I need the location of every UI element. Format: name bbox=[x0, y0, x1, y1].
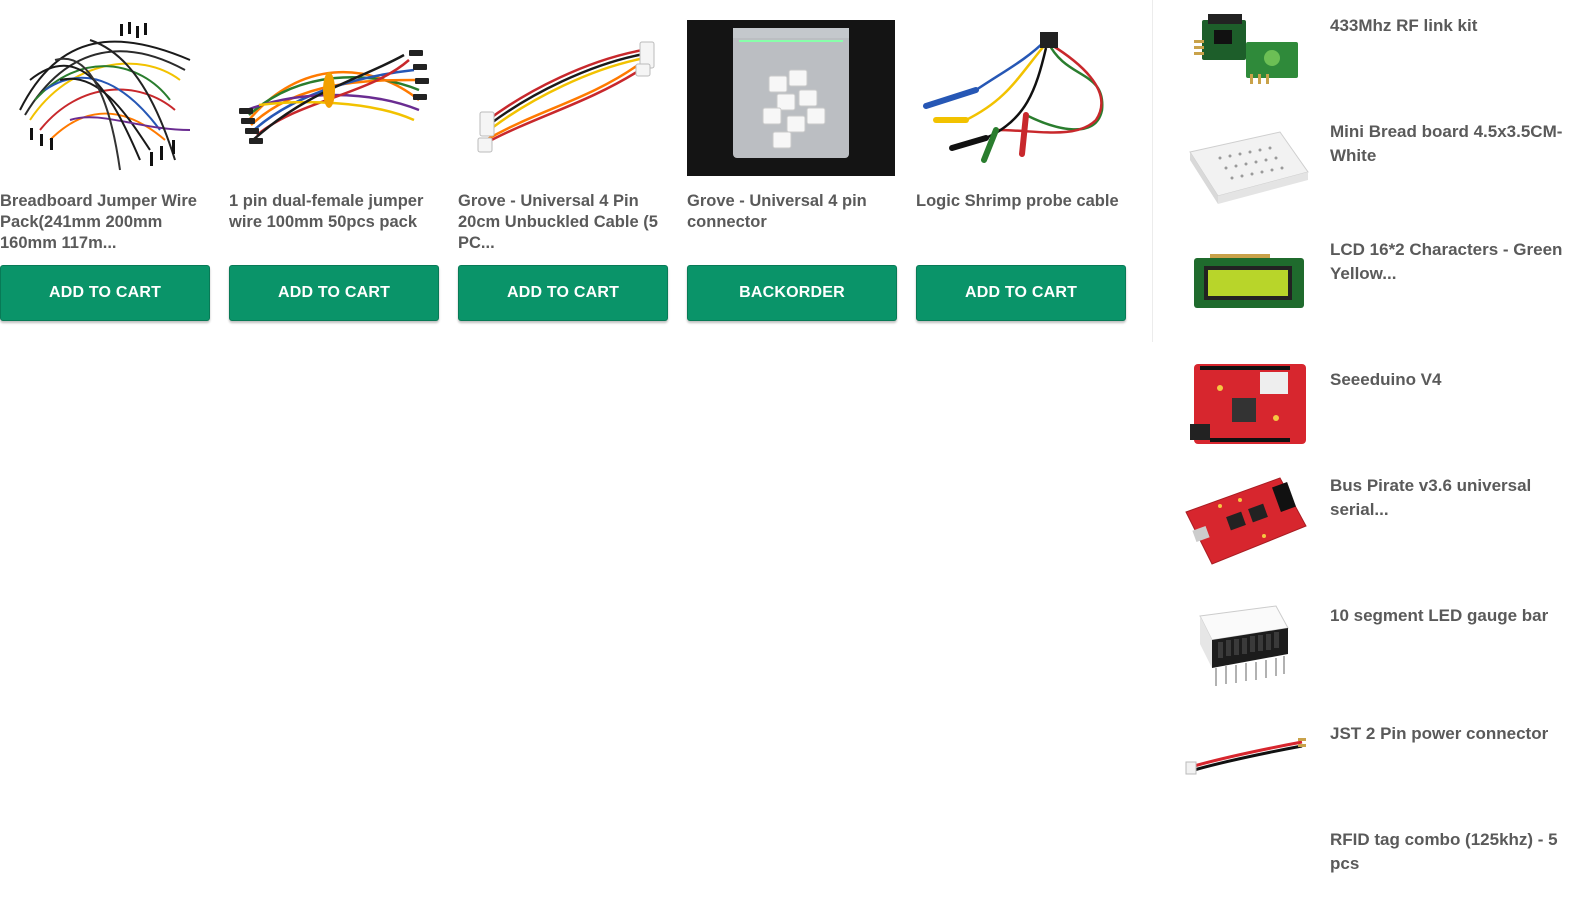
add-to-cart-button[interactable]: ADD TO CART bbox=[916, 265, 1126, 321]
add-to-cart-button[interactable]: ADD TO CART bbox=[229, 265, 439, 321]
dual-female-jumper-image[interactable] bbox=[229, 20, 437, 176]
grove-connector-image[interactable] bbox=[687, 20, 895, 176]
sidebar-item-label[interactable]: Bus Pirate v3.6 universal serial... bbox=[1330, 474, 1570, 522]
sidebar-item-label[interactable]: Seeeduino V4 bbox=[1330, 368, 1570, 392]
sidebar-item-label[interactable]: RFID tag combo (125khz) - 5 pcs bbox=[1330, 828, 1570, 876]
sidebar-item-label[interactable]: LCD 16*2 Characters - Green Yellow... bbox=[1330, 238, 1580, 286]
backorder-button[interactable]: BACKORDER bbox=[687, 265, 897, 321]
sidebar-item-label[interactable]: 10 segment LED gauge bar bbox=[1330, 604, 1570, 628]
jumper-wire-pack-image[interactable] bbox=[0, 20, 208, 176]
seeeduino-image[interactable] bbox=[1180, 358, 1310, 458]
product-card: Grove - Universal 4 pin connector BACKOR… bbox=[687, 20, 897, 321]
product-title[interactable]: 1 pin dual-female jumper wire 100mm 50pc… bbox=[229, 191, 439, 254]
product-title[interactable]: Grove - Universal 4 pin connector bbox=[687, 191, 897, 254]
led-bar-image[interactable] bbox=[1180, 594, 1310, 694]
probe-cable-image[interactable] bbox=[916, 20, 1124, 176]
sidebar-item-label[interactable]: JST 2 Pin power connector bbox=[1330, 722, 1570, 746]
rfid-tag-image[interactable] bbox=[1180, 818, 1310, 899]
product-card: Logic Shrimp probe cable ADD TO CART bbox=[916, 20, 1126, 321]
sidebar-item-label[interactable]: 433Mhz RF link kit bbox=[1330, 14, 1570, 38]
grove-cable-image[interactable] bbox=[458, 20, 666, 176]
product-card: Breadboard Jumper Wire Pack(241mm 200mm … bbox=[0, 20, 210, 321]
mini-breadboard-image[interactable] bbox=[1180, 112, 1310, 212]
lcd-image[interactable] bbox=[1180, 232, 1310, 332]
column-divider bbox=[1152, 0, 1153, 342]
sidebar-item-label[interactable]: Mini Bread board 4.5x3.5CM-White bbox=[1330, 120, 1570, 168]
product-card: Grove - Universal 4 Pin 20cm Unbuckled C… bbox=[458, 20, 668, 321]
product-title[interactable]: Grove - Universal 4 Pin 20cm Unbuckled C… bbox=[458, 191, 668, 254]
product-grid: Breadboard Jumper Wire Pack(241mm 200mm … bbox=[0, 20, 1130, 321]
product-title[interactable]: Breadboard Jumper Wire Pack(241mm 200mm … bbox=[0, 191, 210, 254]
add-to-cart-button[interactable]: ADD TO CART bbox=[458, 265, 668, 321]
rf-link-kit-image[interactable] bbox=[1180, 4, 1310, 104]
product-title[interactable]: Logic Shrimp probe cable bbox=[916, 191, 1126, 254]
bus-pirate-image[interactable] bbox=[1180, 470, 1310, 570]
add-to-cart-button[interactable]: ADD TO CART bbox=[0, 265, 210, 321]
product-card: 1 pin dual-female jumper wire 100mm 50pc… bbox=[229, 20, 439, 321]
jst-connector-image[interactable] bbox=[1180, 712, 1310, 812]
